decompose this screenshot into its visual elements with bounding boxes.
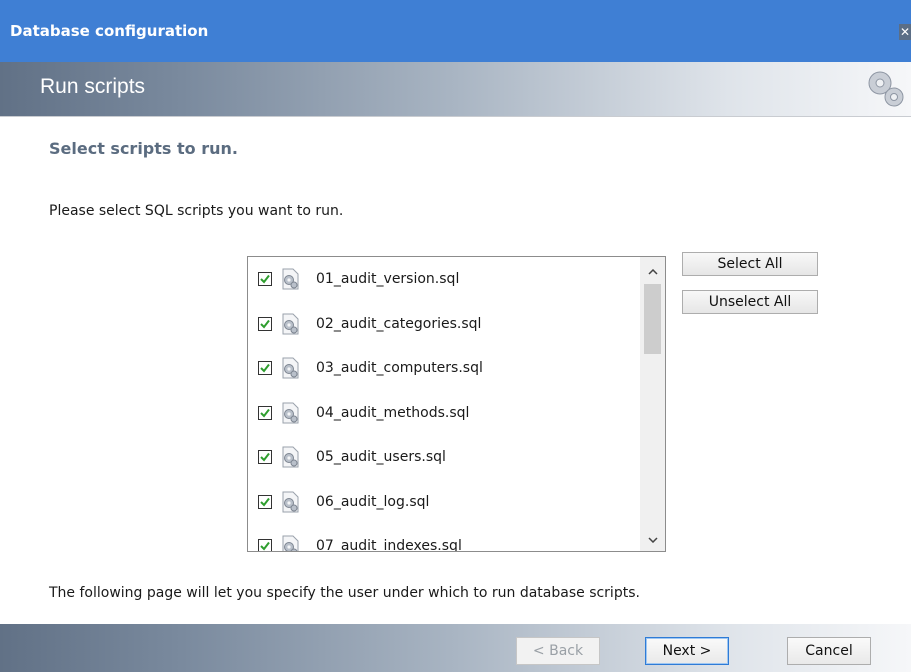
sql-script-icon (282, 313, 299, 335)
script-checkbox[interactable] (258, 272, 272, 287)
vertical-scrollbar[interactable] (640, 257, 665, 551)
back-button[interactable]: < Back (516, 637, 600, 665)
sql-script-icon (282, 446, 299, 468)
close-button[interactable]: ✕ (899, 24, 911, 40)
page-header: Run scripts (0, 62, 911, 116)
sql-script-icon (282, 268, 299, 290)
list-item[interactable]: 05_audit_users.sql (248, 435, 640, 480)
sql-script-icon (282, 491, 299, 513)
checkmark-icon (260, 364, 270, 373)
list-item[interactable]: 07_audit_indexes.sql (248, 524, 640, 551)
list-item[interactable]: 06_audit_log.sql (248, 480, 640, 525)
list-item[interactable]: 04_audit_methods.sql (248, 391, 640, 436)
script-name: 06_audit_log.sql (316, 493, 430, 510)
script-name: 02_audit_categories.sql (316, 315, 482, 332)
list-item[interactable]: 03_audit_computers.sql (248, 346, 640, 391)
script-checkbox[interactable] (258, 361, 272, 376)
instruction-text: Please select SQL scripts you want to ru… (49, 203, 344, 219)
select-all-button[interactable]: Select All (682, 252, 818, 276)
script-checkbox[interactable] (258, 494, 272, 509)
scroll-up-button[interactable] (640, 261, 665, 283)
scrollbar-thumb[interactable] (644, 284, 661, 354)
checkmark-icon (260, 497, 270, 507)
header-divider (0, 116, 911, 117)
chevron-up-icon (647, 269, 658, 275)
scroll-down-button[interactable] (640, 529, 665, 551)
scripts-listbox[interactable]: 01_audit_version.sql 02_audit_categories.… (247, 256, 666, 552)
next-button[interactable]: Next > (645, 637, 729, 665)
footer-bar (0, 624, 911, 672)
footnote-text: The following page will let you specify … (49, 585, 640, 601)
script-name: 04_audit_methods.sql (316, 404, 470, 421)
list-item[interactable]: 02_audit_categories.sql (248, 302, 640, 347)
sql-script-icon (282, 357, 299, 379)
sql-script-icon (282, 535, 299, 551)
section-heading: Select scripts to run. (49, 139, 238, 158)
window-title: Database configuration (10, 22, 209, 40)
checkmark-icon (260, 319, 270, 329)
checkmark-icon (260, 542, 270, 551)
title-bar: Database configuration ✕ (0, 0, 911, 62)
scripts-list: 01_audit_version.sql 02_audit_categories.… (248, 257, 640, 551)
script-name: 03_audit_computers.sql (316, 360, 483, 377)
script-checkbox[interactable] (258, 450, 272, 465)
checkmark-icon (260, 453, 270, 462)
script-name: 05_audit_users.sql (316, 449, 446, 466)
script-name: 07_audit_indexes.sql (316, 538, 462, 551)
list-item[interactable]: 01_audit_version.sql (248, 257, 640, 302)
gears-icon (868, 71, 904, 107)
script-checkbox[interactable] (258, 316, 272, 331)
page-title: Run scripts (40, 75, 146, 98)
checkmark-icon (260, 408, 270, 418)
script-checkbox[interactable] (258, 539, 272, 551)
script-checkbox[interactable] (258, 405, 272, 420)
unselect-all-button[interactable]: Unselect All (682, 290, 818, 314)
sql-script-icon (282, 402, 299, 424)
cancel-button[interactable]: Cancel (787, 637, 871, 665)
checkmark-icon (260, 275, 270, 284)
script-name: 01_audit_version.sql (316, 271, 460, 288)
chevron-down-icon (647, 537, 658, 543)
